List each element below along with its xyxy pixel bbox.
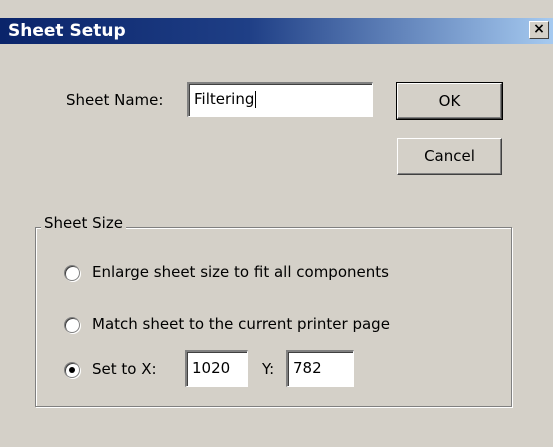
sheet-x-input[interactable]: 1020 [185, 350, 248, 387]
close-icon: × [533, 21, 545, 37]
sheet-name-value: Filtering [194, 90, 255, 108]
ok-button-label: OK [438, 92, 461, 110]
y-label: Y: [262, 360, 275, 378]
text-caret [255, 91, 257, 108]
cancel-button-label: Cancel [424, 147, 475, 165]
window-title: Sheet Setup [8, 21, 126, 41]
title-bar[interactable]: Sheet Setup × [0, 18, 553, 44]
radio-set-to-label: Set to X: [92, 360, 157, 378]
radio-enlarge-sheet-label[interactable]: Enlarge sheet size to fit all components [92, 263, 389, 281]
radio-match-printer-label: Match sheet to the current printer page [92, 315, 390, 333]
close-button[interactable]: × [529, 21, 549, 39]
sheet-size-group-label: Sheet Size [41, 214, 126, 232]
radio-match-printer[interactable] [64, 317, 80, 333]
sheet-y-input[interactable]: 782 [286, 350, 354, 387]
cancel-button[interactable]: Cancel [397, 138, 502, 175]
ok-button[interactable]: OK [396, 82, 503, 120]
radio-selected-dot [69, 367, 75, 373]
sheet-setup-dialog: Sheet Setup × Sheet Name: Filtering OK C… [0, 0, 553, 447]
sheet-name-label: Sheet Name: [66, 91, 164, 109]
sheet-y-value: 782 [293, 359, 322, 377]
radio-enlarge-sheet[interactable] [64, 265, 80, 281]
radio-set-to[interactable] [64, 362, 80, 378]
sheet-x-value: 1020 [192, 359, 231, 377]
sheet-name-input[interactable]: Filtering [187, 82, 373, 117]
